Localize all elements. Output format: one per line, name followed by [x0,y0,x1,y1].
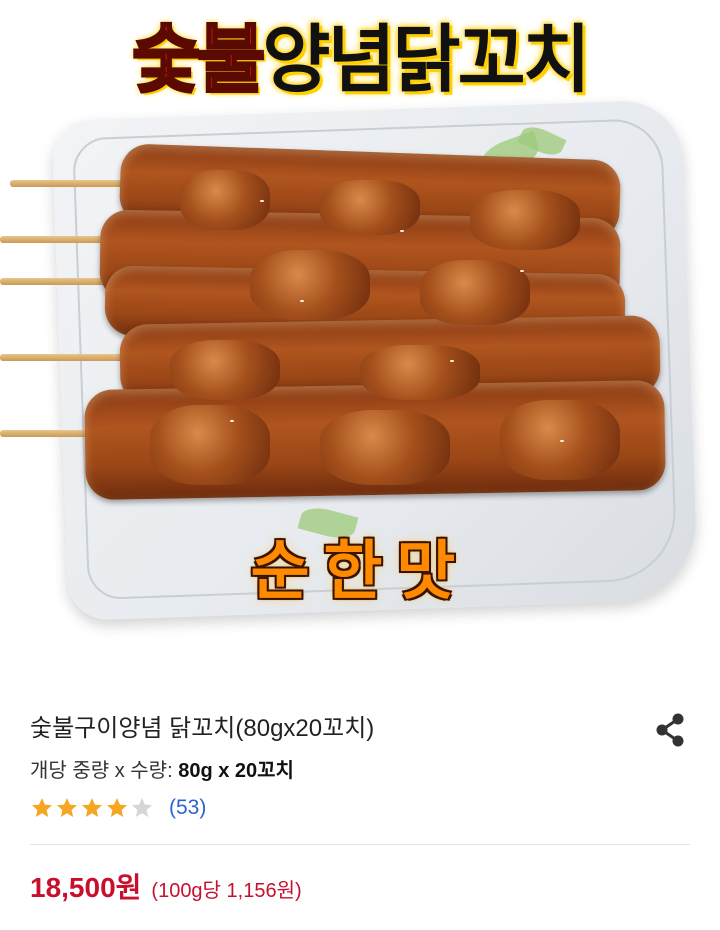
sesame-seed [450,360,454,362]
meat-chunk [320,410,450,485]
meat-chunk [150,405,270,485]
rating[interactable]: (53) [30,796,206,820]
star-empty-icon [132,798,152,817]
share-button[interactable] [650,710,690,750]
unit-price: (100g당 1,156원) [151,880,302,902]
weight-quantity: 개당 중량 x 수량: 80g x 20꼬치 [30,754,294,783]
meat-chunk [170,340,280,400]
price-row: 18,500원 (100g당 1,156원) [30,866,302,906]
weight-label: 개당 중량 x 수량: [30,760,173,782]
star-filled-icon [57,798,77,817]
product-name: 숯불구이양념 닭꼬치(80gx20꼬치) [30,715,375,742]
divider [30,844,690,845]
sesame-seed [560,440,564,442]
price: 18,500원 [30,872,142,903]
sesame-seed [300,300,304,302]
skewer-stick [0,354,135,361]
meat-chunk [470,190,580,250]
meat-chunk [320,180,420,235]
hero-title-part2: 양념닭꼬치 [262,17,590,103]
meat-chunk [420,260,530,325]
hero-title: 숯불양념닭꼬치 [0,10,720,110]
flavor-label: 순한맛 [250,535,470,609]
rating-stars [30,796,155,820]
star-filled-icon [107,798,127,817]
sesame-seed [520,270,524,272]
meat-chunk [250,250,370,320]
meat-chunk [360,345,480,400]
product-info: 숯불구이양념 닭꼬치(80gx20꼬치) 개당 중량 x 수량: 80g x 2… [0,660,720,930]
star-filled-icon [82,798,102,817]
star-filled-icon [32,798,52,817]
sesame-seed [230,420,234,422]
product-page: 숯불양념닭꼬치 순한맛 숯불구이양념 닭꼬치(80gx20꼬치) 개당 중량 x… [0,0,720,930]
weight-value: 80g x 20꼬치 [178,760,294,782]
product-image[interactable]: 숯불양념닭꼬치 순한맛 [0,0,720,660]
share-icon [656,713,684,747]
hero-title-part1: 숯불 [131,16,267,105]
review-count-link[interactable]: (53) [169,796,206,820]
sesame-seed [260,200,264,202]
meat-chunk [180,170,270,230]
sesame-seed [400,230,404,232]
